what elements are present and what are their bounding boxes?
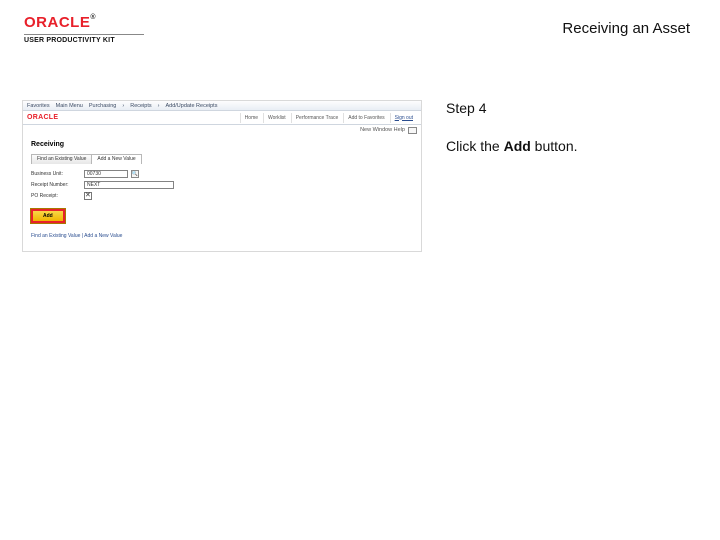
- crumb: Receipts: [130, 103, 151, 109]
- crumb: Add/Update Receipts: [165, 103, 217, 109]
- utility-row: New Window Help: [23, 125, 421, 135]
- checkbox-po-receipt[interactable]: [84, 192, 92, 200]
- nav-add-fav[interactable]: Add to Favorites: [343, 113, 388, 123]
- tab-find-existing[interactable]: Find an Existing Value: [31, 154, 92, 164]
- crumb: Favorites: [27, 103, 50, 109]
- label-receipt-number: Receipt Number:: [31, 182, 81, 188]
- field-business-unit: Business Unit: 00730 🔍: [31, 170, 413, 178]
- subbrand-text: USER PRODUCTIVITY KIT: [24, 37, 144, 44]
- nav-home[interactable]: Home: [240, 113, 262, 123]
- instruction-column: Step 4 Click the Add button.: [440, 100, 698, 252]
- instruction-suffix: button.: [531, 138, 578, 154]
- input-business-unit[interactable]: 00730: [84, 170, 128, 178]
- app-header: ORACLE Home Worklist Performance Trace A…: [23, 111, 421, 125]
- trademark: ®: [90, 14, 96, 21]
- brand-block: ORACLE® USER PRODUCTIVITY KIT: [24, 14, 144, 44]
- oracle-logo: ORACLE®: [24, 14, 144, 31]
- instruction-button-name: Add: [504, 138, 531, 154]
- instruction-prefix: Click the: [446, 138, 504, 154]
- step-label: Step 4: [446, 100, 698, 116]
- instruction-text: Click the Add button.: [446, 138, 698, 154]
- doc-header: ORACLE® USER PRODUCTIVITY KIT Receiving …: [0, 0, 720, 60]
- content-row: Favorites Main Menu Purchasing › Receipt…: [0, 60, 720, 252]
- app-nav: Home Worklist Performance Trace Add to F…: [240, 113, 417, 123]
- tab-strip: Find an Existing Value Add a New Value: [31, 154, 413, 164]
- app-logo: ORACLE: [27, 114, 58, 121]
- breadcrumb: Favorites Main Menu Purchasing › Receipt…: [23, 101, 421, 111]
- input-receipt-number[interactable]: NEXT: [84, 181, 174, 189]
- nav-worklist[interactable]: Worklist: [263, 113, 290, 123]
- crumb: Purchasing: [89, 103, 117, 109]
- app-body: Receiving Find an Existing Value Add a N…: [23, 135, 421, 251]
- label-po-receipt: PO Receipt:: [31, 193, 81, 199]
- field-receipt-number: Receipt Number: NEXT: [31, 181, 413, 189]
- nav-signout[interactable]: Sign out: [390, 113, 417, 123]
- brand-text: ORACLE: [24, 14, 90, 31]
- section-heading: Receiving: [31, 141, 413, 148]
- footer-tab-links[interactable]: Find an Existing Value | Add a New Value: [31, 233, 413, 239]
- page-title: Receiving an Asset: [562, 20, 690, 37]
- lookup-icon[interactable]: 🔍: [131, 170, 139, 178]
- tab-add-new[interactable]: Add a New Value: [91, 154, 141, 164]
- help-icon[interactable]: [408, 127, 417, 134]
- crumb: Main Menu: [56, 103, 83, 109]
- field-po-receipt: PO Receipt:: [31, 192, 413, 200]
- nav-perf-trace[interactable]: Performance Trace: [291, 113, 343, 123]
- utility-label: New Window Help: [360, 127, 405, 133]
- app-screenshot: Favorites Main Menu Purchasing › Receipt…: [22, 100, 422, 252]
- add-button[interactable]: Add: [31, 209, 65, 223]
- screenshot-column: Favorites Main Menu Purchasing › Receipt…: [22, 100, 422, 252]
- brand-underline: [24, 34, 144, 35]
- label-business-unit: Business Unit:: [31, 171, 81, 177]
